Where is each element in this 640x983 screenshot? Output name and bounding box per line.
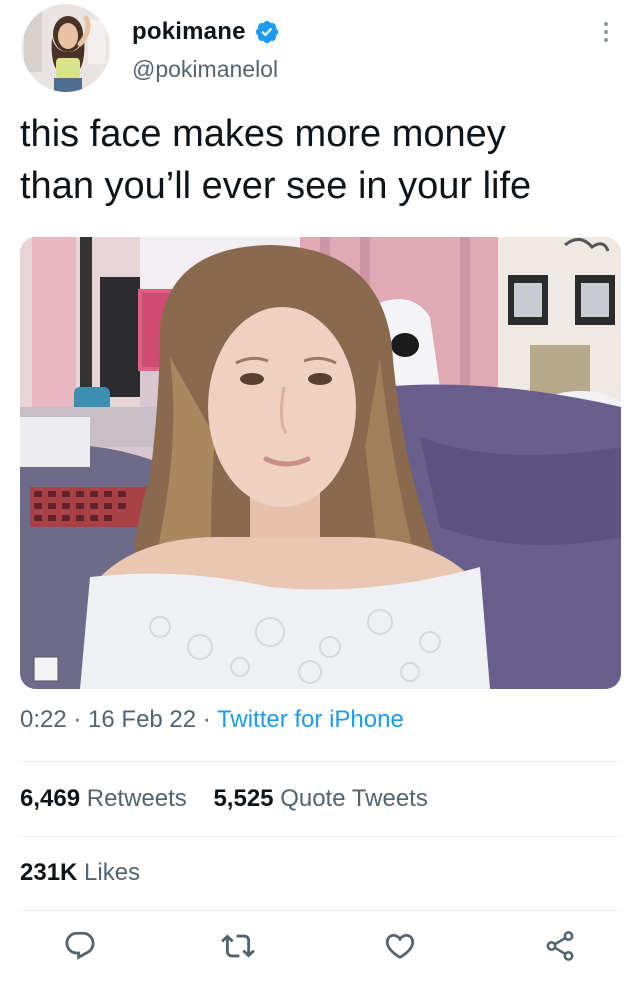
display-name[interactable]: pokimane <box>132 18 246 46</box>
likes-stats: 231K Likes <box>20 859 140 887</box>
likes-stat[interactable]: 231K Likes <box>20 859 140 886</box>
meta-separator: · <box>66 706 89 733</box>
retweet-icon[interactable] <box>216 924 260 968</box>
engagement-stats: 6,469 Retweets 5,525 Quote Tweets <box>20 785 428 813</box>
retweets-count: 6,469 <box>20 785 81 812</box>
photo-woman-in-bedroom-icon <box>20 237 621 689</box>
tweet-text-line: this face makes more money <box>20 113 506 155</box>
tweet-media[interactable] <box>20 237 621 689</box>
share-icon[interactable] <box>538 924 582 968</box>
quote-tweets-stat[interactable]: 5,525 Quote Tweets <box>213 785 427 812</box>
more-options-icon[interactable] <box>592 12 620 52</box>
tweet-meta: 0:22 · 16 Feb 22 · Twitter for iPhone <box>20 706 404 734</box>
verified-badge-icon <box>254 19 280 45</box>
divider <box>20 836 620 837</box>
quotes-label: Quote Tweets <box>280 785 428 812</box>
divider <box>20 910 620 911</box>
tweet-date[interactable]: 16 Feb 22 <box>88 706 196 733</box>
like-heart-icon[interactable] <box>378 924 422 968</box>
meta-separator: · <box>196 706 218 733</box>
tweet-text: this face makes more money than you’ll e… <box>20 108 620 212</box>
tweet-time: 0:22 <box>20 706 67 733</box>
reply-icon[interactable] <box>58 924 102 968</box>
profile-photo-icon <box>22 4 110 92</box>
retweets-label: Retweets <box>86 785 187 812</box>
quotes-count: 5,525 <box>213 785 274 812</box>
action-bar <box>0 924 640 976</box>
tweet-text-line: than you’ll ever see in your life <box>20 165 532 207</box>
likes-count: 231K <box>20 859 78 886</box>
avatar[interactable] <box>22 4 110 92</box>
tweet-source-link[interactable]: Twitter for iPhone <box>217 706 404 733</box>
likes-label: Likes <box>84 859 141 886</box>
divider <box>20 761 620 762</box>
user-handle[interactable]: @pokimanelol <box>132 56 278 83</box>
retweets-stat[interactable]: 6,469 Retweets <box>20 785 187 812</box>
